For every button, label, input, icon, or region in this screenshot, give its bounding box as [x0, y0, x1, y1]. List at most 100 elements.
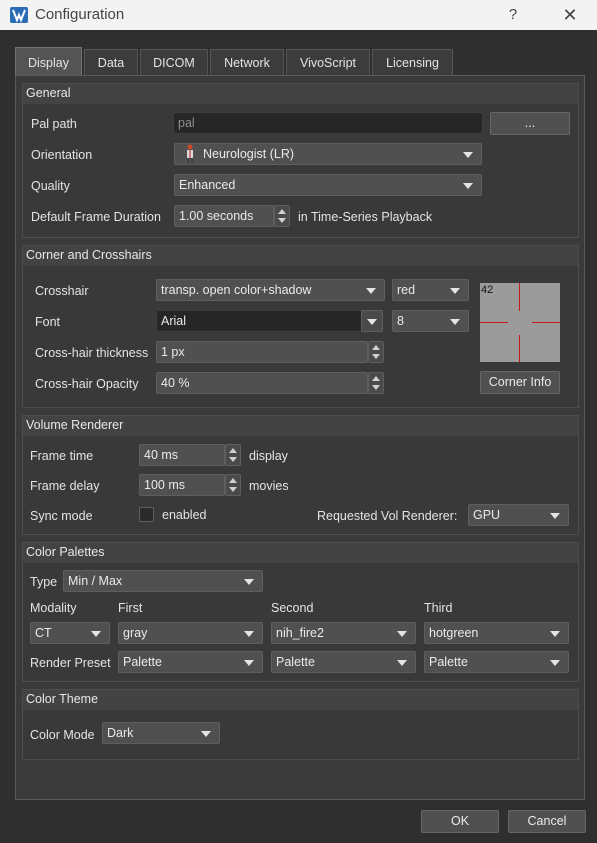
chevron-down-icon — [463, 183, 473, 189]
modality-select[interactable]: CT — [30, 622, 110, 644]
crosshair-color-select[interactable]: red — [392, 279, 469, 301]
corner-title: Corner and Crosshairs — [26, 248, 152, 262]
font-size-value: 8 — [397, 314, 404, 328]
orientation-value: Neurologist (LR) — [203, 147, 295, 161]
chevron-down-icon — [450, 319, 460, 325]
frame-time-suffix: display — [249, 449, 288, 463]
frame-delay-spinbox[interactable]: 100 ms — [139, 474, 225, 496]
corner-info-button[interactable]: Corner Info — [480, 371, 560, 394]
tab-display[interactable]: Display — [15, 47, 82, 76]
palette-type-label: Type — [30, 575, 58, 589]
crosshair-line-top — [519, 283, 520, 311]
volume-header: Volume Renderer — [23, 416, 578, 436]
opacity-spin[interactable] — [368, 372, 384, 394]
opacity-label: Cross-hair Opacity — [35, 377, 139, 391]
pal-path-label: Pal path — [31, 117, 77, 131]
chevron-down-icon — [463, 152, 473, 158]
crosshair-line-bottom — [519, 335, 520, 362]
frame-delay-label: Frame delay — [30, 479, 100, 493]
preset-third-select[interactable]: Palette — [424, 651, 569, 673]
chevron-down-icon — [397, 660, 407, 666]
help-icon[interactable]: ? — [500, 3, 526, 27]
spin-up-icon[interactable] — [372, 345, 380, 350]
title-bar: Configuration ? ✕ — [0, 0, 597, 30]
spin-down-icon[interactable] — [372, 385, 380, 390]
preset-first-select[interactable]: Palette — [118, 651, 263, 673]
color-mode-select[interactable]: Dark — [102, 722, 220, 744]
cancel-button[interactable]: Cancel — [508, 810, 586, 833]
thickness-spin[interactable] — [368, 341, 384, 363]
spin-down-icon[interactable] — [372, 354, 380, 359]
quality-value: Enhanced — [179, 178, 236, 192]
spin-up-icon[interactable] — [229, 448, 237, 453]
palette-type-value: Min / Max — [68, 574, 123, 588]
thickness-spinbox[interactable]: 1 px — [156, 341, 368, 363]
preset-second-select[interactable]: Palette — [271, 651, 416, 673]
pal-path-input[interactable]: pal — [173, 112, 483, 134]
tab-data[interactable]: Data — [84, 49, 138, 75]
preset-second-value: Palette — [276, 655, 315, 669]
header-first: First — [118, 601, 143, 615]
first-palette-select[interactable]: gray — [118, 622, 263, 644]
quality-label: Quality — [31, 179, 70, 193]
second-palette-select[interactable]: nih_fire2 — [271, 622, 416, 644]
header-second: Second — [271, 601, 314, 615]
color-mode-value: Dark — [107, 726, 134, 740]
browse-button[interactable]: ... — [490, 112, 570, 135]
font-size-select[interactable]: 8 — [392, 310, 469, 332]
header-third: Third — [424, 601, 453, 615]
third-palette-select[interactable]: hotgreen — [424, 622, 569, 644]
spin-up-icon[interactable] — [278, 209, 286, 214]
chevron-down-icon — [201, 731, 211, 737]
crosshair-preview: 42 — [480, 283, 560, 362]
chevron-down-icon — [91, 631, 101, 637]
orientation-label: Orientation — [31, 148, 93, 162]
quality-select[interactable]: Enhanced — [174, 174, 482, 196]
palette-type-select[interactable]: Min / Max — [63, 570, 263, 592]
preset-third-value: Palette — [429, 655, 468, 669]
renderer-value: GPU — [473, 508, 501, 522]
font-combo-button[interactable] — [361, 310, 383, 332]
ok-button[interactable]: OK — [421, 810, 499, 833]
font-combo-input[interactable]: Arial — [156, 310, 362, 332]
spin-down-icon[interactable] — [278, 218, 286, 223]
volume-title: Volume Renderer — [26, 418, 124, 432]
sync-mode-checkbox-label[interactable]: enabled — [162, 508, 207, 522]
corner-header: Corner and Crosshairs — [23, 246, 578, 266]
renderer-label: Requested Vol Renderer: — [317, 509, 458, 523]
spin-down-icon[interactable] — [229, 487, 237, 492]
crosshair-label: Crosshair — [35, 284, 89, 298]
third-palette-value: hotgreen — [429, 626, 479, 640]
chevron-down-icon — [550, 660, 560, 666]
chevron-down-icon — [367, 319, 377, 325]
thickness-label: Cross-hair thickness — [35, 346, 149, 360]
preview-number: 42 — [481, 284, 494, 296]
frame-time-spinbox[interactable]: 40 ms — [139, 444, 225, 466]
spin-up-icon[interactable] — [229, 478, 237, 483]
chevron-down-icon — [366, 288, 376, 294]
renderer-select[interactable]: GPU — [468, 504, 569, 526]
frame-time-spin[interactable] — [225, 444, 241, 466]
frame-duration-spinbox[interactable]: 1.00 seconds — [174, 205, 274, 227]
frame-delay-spin[interactable] — [225, 474, 241, 496]
tab-network[interactable]: Network — [210, 49, 284, 75]
orientation-select[interactable]: Neurologist (LR) — [174, 143, 482, 165]
window-title: Configuration — [35, 6, 125, 23]
frame-duration-label: Default Frame Duration — [31, 210, 161, 224]
tab-dicom[interactable]: DICOM — [140, 49, 208, 75]
opacity-spinbox[interactable]: 40 % — [156, 372, 368, 394]
spin-up-icon[interactable] — [372, 376, 380, 381]
close-icon[interactable]: ✕ — [557, 3, 583, 27]
frame-duration-spin[interactable] — [274, 205, 290, 227]
preset-first-value: Palette — [123, 655, 162, 669]
theme-title: Color Theme — [26, 692, 99, 706]
general-title: General — [26, 86, 71, 100]
palettes-title: Color Palettes — [26, 545, 105, 559]
spin-down-icon[interactable] — [229, 457, 237, 462]
frame-time-label: Frame time — [30, 449, 94, 463]
sync-mode-checkbox[interactable] — [139, 507, 154, 522]
crosshair-style-select[interactable]: transp. open color+shadow — [156, 279, 385, 301]
tab-licensing[interactable]: Licensing — [372, 49, 453, 75]
tab-vivoscript[interactable]: VivoScript — [286, 49, 370, 75]
sync-mode-label: Sync mode — [30, 509, 93, 523]
